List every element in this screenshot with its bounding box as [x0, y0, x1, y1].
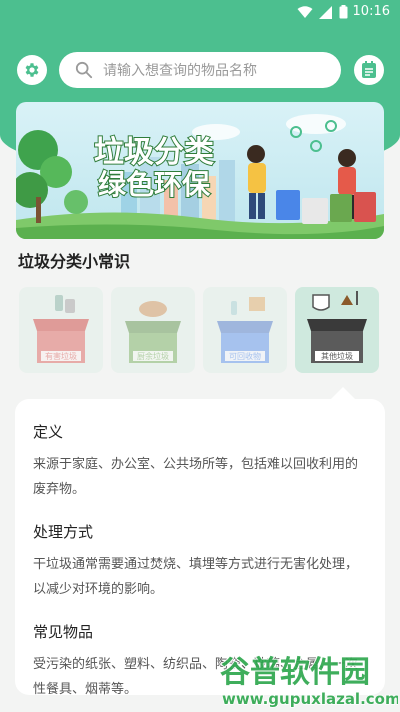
search-placeholder: 请输入想查询的物品名称 — [103, 63, 257, 79]
history-button[interactable] — [354, 55, 384, 85]
category-card-other[interactable]: 其他垃圾 — [295, 287, 379, 373]
svg-text:www.gupuxlazal.com: www.gupuxlazal.com — [222, 690, 398, 708]
signal-icon — [319, 5, 332, 19]
clock: 10:16 — [352, 4, 390, 19]
battery-icon — [339, 5, 348, 19]
watermark-logo: 谷普软件园 www.gupuxlazal.com — [212, 648, 400, 710]
section-title: 垃圾分类小常识 — [18, 252, 131, 271]
category-card-hazardous[interactable]: 有害垃圾 — [19, 287, 103, 373]
category-label-2: 可回收物 — [229, 351, 261, 361]
search-input[interactable]: 请输入想查询的物品名称 — [59, 52, 341, 88]
items-title: 常见物品 — [33, 623, 94, 641]
notepad-icon — [362, 61, 376, 78]
banner-image[interactable]: 垃圾分类 绿色环保 — [16, 102, 384, 239]
category-card-food[interactable]: 厨余垃圾 — [111, 287, 195, 373]
settings-button[interactable] — [17, 55, 47, 85]
category-label-3: 其他垃圾 — [321, 351, 353, 361]
svg-text:绿色环保: 绿色环保 — [98, 168, 211, 201]
svg-text:谷普软件园: 谷普软件园 — [220, 655, 370, 690]
method-title: 处理方式 — [33, 523, 94, 541]
definition-text: 来源于家庭、办公室、公共场所等，包括难以回收利用的废弃物。 — [33, 457, 359, 497]
wifi-icon — [297, 5, 313, 18]
definition-title: 定义 — [33, 423, 64, 441]
svg-text:垃圾分类: 垃圾分类 — [94, 135, 214, 170]
gear-icon — [25, 63, 39, 77]
category-label-1: 厨余垃圾 — [137, 351, 169, 361]
category-card-recyclable[interactable]: 可回收物 — [203, 287, 287, 373]
search-icon — [75, 61, 93, 79]
category-cards: 有害垃圾 厨余垃圾 可回收物 其他垃圾 — [19, 287, 381, 373]
status-bar: 10:16 — [0, 0, 400, 24]
category-label-0: 有害垃圾 — [45, 351, 77, 361]
method-text: 干垃圾通常需要通过焚烧、填埋等方式进行无害化处理，以减少对环境的影响。 — [33, 557, 359, 597]
